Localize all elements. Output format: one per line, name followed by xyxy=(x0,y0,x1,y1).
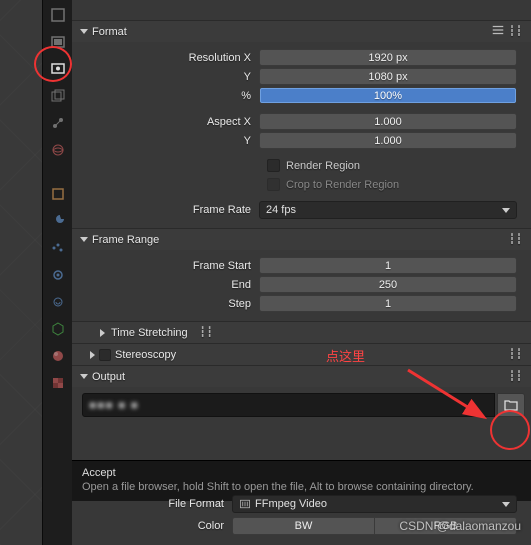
chevron-down-icon xyxy=(502,502,510,507)
chevron-down-icon xyxy=(80,374,88,379)
color-label: Color xyxy=(72,520,232,532)
crop-region-checkbox[interactable] xyxy=(267,178,280,191)
stereoscopy-checkbox[interactable] xyxy=(99,349,111,361)
section-title: Stereoscopy xyxy=(115,349,176,361)
resolution-percent-slider[interactable]: 100% xyxy=(259,87,517,104)
percent-value: 100% xyxy=(260,88,516,103)
material-icon[interactable] xyxy=(49,347,67,365)
chevron-down-icon xyxy=(502,208,510,213)
resolution-x-field[interactable]: 1920 px xyxy=(259,49,517,66)
chevron-down-icon xyxy=(80,29,88,34)
frame-rate-dropdown[interactable]: 24 fps xyxy=(259,201,517,219)
section-title: Time Stretching xyxy=(111,327,188,339)
options-icon[interactable]: ┇┇ xyxy=(509,234,523,245)
frame-end-field[interactable]: 250 xyxy=(259,276,517,293)
file-format-label: File Format xyxy=(72,498,232,510)
physics-icon[interactable] xyxy=(49,266,67,284)
output-section-header[interactable]: Output ┇┇ xyxy=(72,365,531,387)
frame-start-label: Frame Start xyxy=(72,260,259,272)
world-icon[interactable] xyxy=(49,141,67,159)
output-path-value: ■■■ ■ ■ xyxy=(89,398,139,412)
aspect-x-label: Aspect X xyxy=(72,116,259,128)
watermark: CSDN @dalaomanzou xyxy=(399,519,521,533)
browse-folder-button[interactable] xyxy=(497,393,525,417)
chevron-right-icon xyxy=(90,351,95,359)
chevron-right-icon xyxy=(100,329,105,337)
frame-end-label: End xyxy=(72,279,259,291)
output-icon[interactable] xyxy=(49,60,67,78)
frame-rate-value: 24 fps xyxy=(266,204,296,216)
resolution-y-field[interactable]: 1080 px xyxy=(259,68,517,85)
file-format-dropdown[interactable]: FFmpeg Video xyxy=(232,495,517,513)
options-icon[interactable]: ┇┇ xyxy=(509,26,523,37)
texture-icon[interactable] xyxy=(49,374,67,392)
section-title: Output xyxy=(92,371,125,383)
render-region-checkbox[interactable] xyxy=(267,159,280,172)
format-section-header[interactable]: Format ┇┇ xyxy=(72,20,531,42)
frame-start-field[interactable]: 1 xyxy=(259,257,517,274)
tooltip-body: Open a file browser, hold Shift to open … xyxy=(82,481,521,493)
section-title: Frame Range xyxy=(92,234,159,246)
chevron-down-icon xyxy=(80,237,88,242)
percent-label: % xyxy=(72,90,259,102)
options-icon[interactable]: ┇┇ xyxy=(509,371,523,382)
aspect-y-field[interactable]: 1.000 xyxy=(259,132,517,149)
aspect-x-field[interactable]: 1.000 xyxy=(259,113,517,130)
file-format-value: FFmpeg Video xyxy=(255,498,327,510)
scene-icon[interactable] xyxy=(49,114,67,132)
options-icon[interactable]: ┇┇ xyxy=(200,327,214,338)
stereoscopy-header[interactable]: Stereoscopy ┇┇ xyxy=(72,343,531,365)
data-icon[interactable] xyxy=(49,320,67,338)
section-title: Format xyxy=(92,26,127,38)
object-icon[interactable] xyxy=(49,185,67,203)
tooltip-title: Accept xyxy=(82,467,521,479)
frame-rate-label: Frame Rate xyxy=(72,204,259,216)
modifier-icon[interactable] xyxy=(49,212,67,230)
frame-range-section-header[interactable]: Frame Range ┇┇ xyxy=(72,228,531,250)
preset-icon[interactable] xyxy=(491,23,505,40)
color-bw-button[interactable]: BW xyxy=(232,517,374,535)
output-path-field[interactable]: ■■■ ■ ■ xyxy=(82,393,495,417)
tool-icon[interactable] xyxy=(49,6,67,24)
crop-region-label: Crop to Render Region xyxy=(286,179,399,191)
options-icon[interactable]: ┇┇ xyxy=(509,349,523,360)
viewlayer-icon[interactable] xyxy=(49,87,67,105)
properties-tab-rail xyxy=(42,0,72,545)
particle-icon[interactable] xyxy=(49,239,67,257)
time-stretching-header[interactable]: Time Stretching ┇┇ xyxy=(72,321,531,343)
frame-step-field[interactable]: 1 xyxy=(259,295,517,312)
aspect-y-label: Y xyxy=(72,135,259,147)
annotation-text: 点这里 xyxy=(326,346,365,365)
frame-step-label: Step xyxy=(72,298,259,310)
render-region-label: Render Region xyxy=(286,160,360,172)
constraint-icon[interactable] xyxy=(49,293,67,311)
resolution-x-label: Resolution X xyxy=(72,52,259,64)
resolution-y-label: Y xyxy=(72,71,259,83)
panel-header xyxy=(72,0,531,20)
render-icon[interactable] xyxy=(49,33,67,51)
